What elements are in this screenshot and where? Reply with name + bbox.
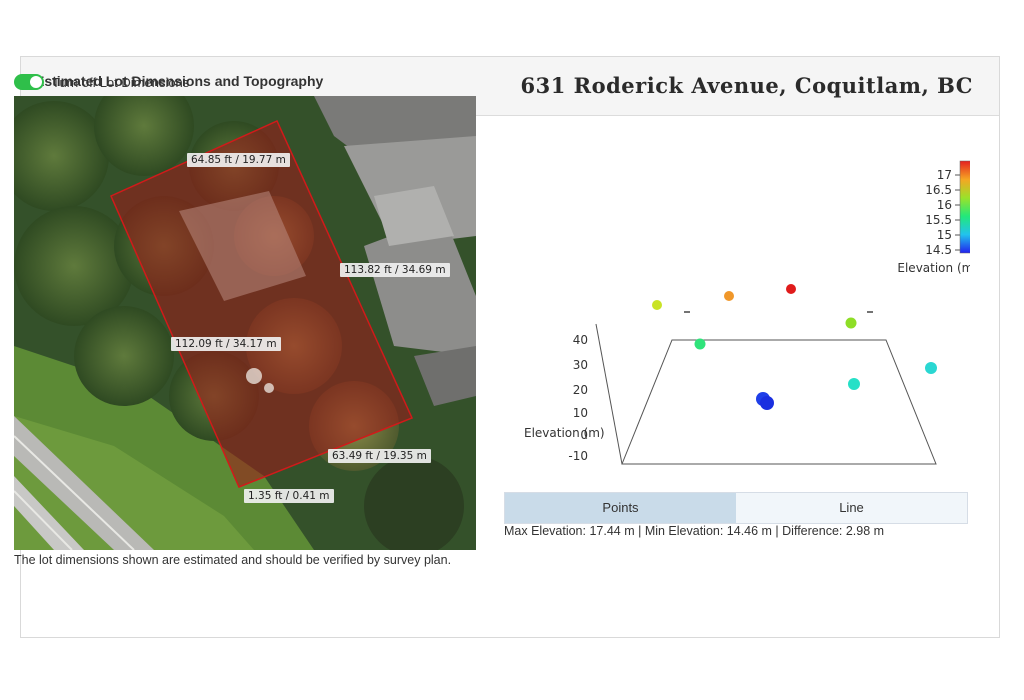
scatter-points: [652, 284, 937, 410]
elevation-point[interactable]: [845, 317, 857, 329]
z-axis-tick-label: 10: [573, 406, 588, 420]
elevation-point[interactable]: [760, 396, 774, 410]
disclaimer-text: The lot dimensions shown are estimated a…: [14, 553, 452, 567]
colorbar-ticks: 1716.51615.51514.5: [925, 168, 960, 257]
tab-points[interactable]: Points: [505, 493, 736, 523]
colorbar-tick-label: 16: [937, 198, 952, 212]
elevation-point[interactable]: [694, 338, 706, 350]
elevation-point[interactable]: [925, 362, 937, 374]
lot-dimension-label-bottom: 63.49 ft / 19.35 m: [328, 449, 431, 463]
elevation-point[interactable]: [848, 378, 860, 390]
tab-line[interactable]: Line: [736, 493, 967, 523]
aerial-map[interactable]: 64.85 ft / 19.77 m 113.82 ft / 34.69 m 1…: [14, 96, 476, 550]
plot-mode-tabs: Points Line: [504, 492, 968, 524]
elevation-point[interactable]: [652, 300, 662, 310]
toggle-label: Turn off Lot Dimensions: [52, 74, 190, 90]
lot-dimension-label-left: 112.09 ft / 34.17 m: [171, 337, 281, 351]
lot-dimension-label-top: 64.85 ft / 19.77 m: [187, 153, 290, 167]
lot-dimension-label-right: 113.82 ft / 34.69 m: [340, 263, 450, 277]
lot-dimensions-toggle-row: Turn off Lot Dimensions: [14, 72, 189, 92]
z-axis-tick-label: -10: [568, 449, 588, 463]
z-axis-tick-label: 40: [573, 333, 588, 347]
topography-svg: 403020100-10 Elevation (m) 1716.51615.51…: [524, 160, 978, 465]
lot-dimension-label-small: 1.35 ft / 0.41 m: [244, 489, 334, 503]
colorbar-title: Elevation (m): [897, 261, 970, 275]
z-axis-tick-label: 30: [573, 358, 588, 372]
z-axis-ticks: 403020100-10: [568, 333, 588, 463]
property-address: 631 Roderick Avenue, Coquitlam, BC: [520, 73, 973, 98]
colorbar-tick-label: 15: [937, 228, 952, 242]
elevation-point[interactable]: [786, 284, 796, 294]
colorbar-tick-label: 14.5: [925, 243, 952, 257]
colorbar-tick-label: 17: [937, 168, 952, 182]
colorbar-tick-label: 16.5: [925, 183, 952, 197]
elevation-point[interactable]: [724, 291, 734, 301]
plot-floor: [621, 339, 937, 465]
topography-plot[interactable]: 40 30 20 10 0 -10 Elevation (m) 17 16.5 16 15.5 1…: [500, 96, 978, 486]
toggle-knob: [30, 76, 42, 88]
elevation-stats: Max Elevation: 17.44 m | Min Elevation: …: [504, 524, 885, 538]
colorbar: [959, 160, 977, 254]
z-axis-tick-label: 20: [573, 383, 588, 397]
lot-dimensions-toggle[interactable]: [14, 74, 44, 90]
colorbar-tick-label: 15.5: [925, 213, 952, 227]
z-axis-line: [595, 323, 623, 465]
z-axis-label: Elevation (m): [524, 426, 605, 440]
